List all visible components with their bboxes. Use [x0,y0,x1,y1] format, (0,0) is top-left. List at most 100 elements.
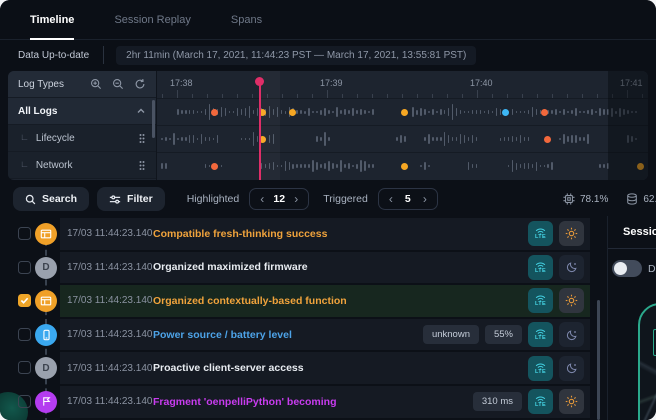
log-row-card[interactable]: 17/03 11:44:23.140 Organized contextuall… [60,285,590,317]
session-panel: Session D [607,216,656,420]
chevron-left-icon[interactable]: ‹ [389,193,393,205]
filter-bar: Search Filter Highlighted ‹ 12 › Trigger… [0,182,656,216]
sun-icon [565,227,578,240]
log-message: Proactive client-server access [153,362,522,374]
waveform [157,126,648,152]
log-row-card[interactable]: 17/03 11:44:23.140 Fragment 'oenpelliPyt… [60,386,590,418]
tab-session-replay[interactable]: Session Replay [114,0,190,39]
device-preview-frame[interactable] [638,303,656,420]
log-row: D 17/03 11:44:23.140 Proactive client-se… [0,352,590,384]
row-checkbox-checked[interactable] [18,294,31,307]
log-type-row-all-logs[interactable]: All Logs [8,98,156,125]
sun-icon [565,294,578,307]
log-row-card[interactable]: 17/03 11:44:23.140 Power source / batter… [60,319,590,351]
light-mode-button[interactable] [559,221,584,246]
row-checkbox[interactable] [18,328,31,341]
session-time-range: 2hr 11min (March 17, 2021, 11:44:23 PST … [116,46,476,65]
time-label: 17:40 [470,78,493,88]
chevron-up-icon[interactable] [136,106,146,116]
row-checkbox[interactable] [18,395,31,408]
row-checkbox[interactable] [18,261,31,274]
tree-connector-icon: ∟ [20,132,29,142]
light-mode-button[interactable] [559,288,584,313]
log-message: Fragment 'oenpelliPython' becoming [153,396,467,408]
device-battery-icon [35,324,57,346]
drag-handle-icon[interactable] [138,160,146,171]
session-toggle-label: D [648,263,656,275]
tree-connector-icon: ∟ [20,159,29,169]
triggered-value: 5 [402,193,414,205]
network-lte-button[interactable]: LTE [528,356,553,381]
highlighted-value: 12 [273,193,285,205]
search-button[interactable]: Search [13,187,89,211]
zoom-out-icon[interactable] [112,78,124,90]
tab-spans[interactable]: Spans [231,0,262,39]
log-list: 17/03 11:44:23.140 Compatible fresh-thin… [0,218,590,420]
chevron-left-icon[interactable]: ‹ [260,193,264,205]
all-logs-label: All Logs [18,106,57,117]
network-lte-button[interactable]: LTE [528,288,553,313]
network-lte-button[interactable]: LTE [528,322,553,347]
zoom-in-icon[interactable] [90,78,102,90]
log-types-header: Log Types [8,71,156,98]
playhead[interactable] [259,79,261,180]
memory-usage: 62.3% [626,193,656,205]
divider [103,46,104,64]
time-label: 17:38 [170,78,193,88]
log-type-row-lifecycle[interactable]: ∟ Lifecycle [8,125,156,152]
row-checkbox[interactable] [18,227,31,240]
network-lte-button[interactable]: LTE [528,255,553,280]
divider [608,248,656,249]
log-timestamp: 17/03 11:44:23.140 [67,329,153,340]
network-label: Network [36,160,73,171]
network-lte-button[interactable]: LTE [528,389,553,414]
debug-log-icon: D [35,257,57,279]
refresh-icon[interactable] [134,78,146,90]
chevron-right-icon[interactable]: › [423,193,427,205]
log-message: Organized maximized firmware [153,261,522,273]
moon-icon [566,362,578,374]
dark-mode-button[interactable] [559,356,584,381]
log-timestamp: 17/03 11:44:23.140 [67,228,153,239]
drag-handle-icon[interactable] [138,133,146,144]
log-row-card[interactable]: 17/03 11:44:23.140 Proactive client-serv… [60,352,590,384]
memory-icon [626,193,638,205]
log-list-scrollbar[interactable] [597,300,600,420]
debug-log-icon: D [35,357,57,379]
log-row: 17/03 11:44:23.140 Compatible fresh-thin… [0,218,590,250]
tab-timeline[interactable]: Timeline [30,0,74,39]
log-type-row-network[interactable]: ∟ Network [8,152,156,179]
filter-button[interactable]: Filter [97,187,165,211]
triggered-label: Triggered [323,193,368,205]
session-toggle[interactable] [612,260,642,277]
light-mode-button[interactable] [559,389,584,414]
row-checkbox[interactable] [18,361,31,374]
event-dot[interactable] [289,109,296,116]
network-lte-button[interactable]: LTE [528,221,553,246]
sun-icon [565,395,578,408]
time-axis-ticks [157,89,648,98]
timeline-canvas[interactable]: 17:38 17:39 17:40 17:41 [157,71,648,180]
event-dot[interactable] [544,136,551,143]
log-message: Organized contextually-based function [153,295,522,307]
log-timestamp: 17/03 11:44:23.140 [67,295,153,306]
data-status-bar: Data Up-to-date 2hr 11min (March 17, 202… [0,40,656,70]
dark-mode-button[interactable] [559,322,584,347]
log-types-scrollbar[interactable] [152,100,155,138]
log-row-card[interactable]: 17/03 11:44:23.140 Organized maximized f… [60,252,590,284]
cpu-usage: 78.1% [563,193,608,205]
moon-icon [566,261,578,273]
highlighted-stepper: ‹ 12 › [249,188,309,210]
event-dot[interactable] [502,109,509,116]
log-message: Power source / battery level [153,329,417,341]
log-timestamp: 17/03 11:44:23.140 [67,396,153,407]
value-badge: 55% [485,325,522,344]
log-row: 17/03 11:44:23.140 Fragment 'oenpelliPyt… [0,386,590,418]
time-label: 17:39 [320,78,343,88]
chevron-right-icon[interactable]: › [294,193,298,205]
cpu-icon [563,193,575,205]
dark-mode-button[interactable] [559,255,584,280]
filter-sliders-icon [109,194,121,205]
log-row-card[interactable]: 17/03 11:44:23.140 Compatible fresh-thin… [60,218,590,250]
resource-usage: 78.1% 62.3% [563,182,656,216]
